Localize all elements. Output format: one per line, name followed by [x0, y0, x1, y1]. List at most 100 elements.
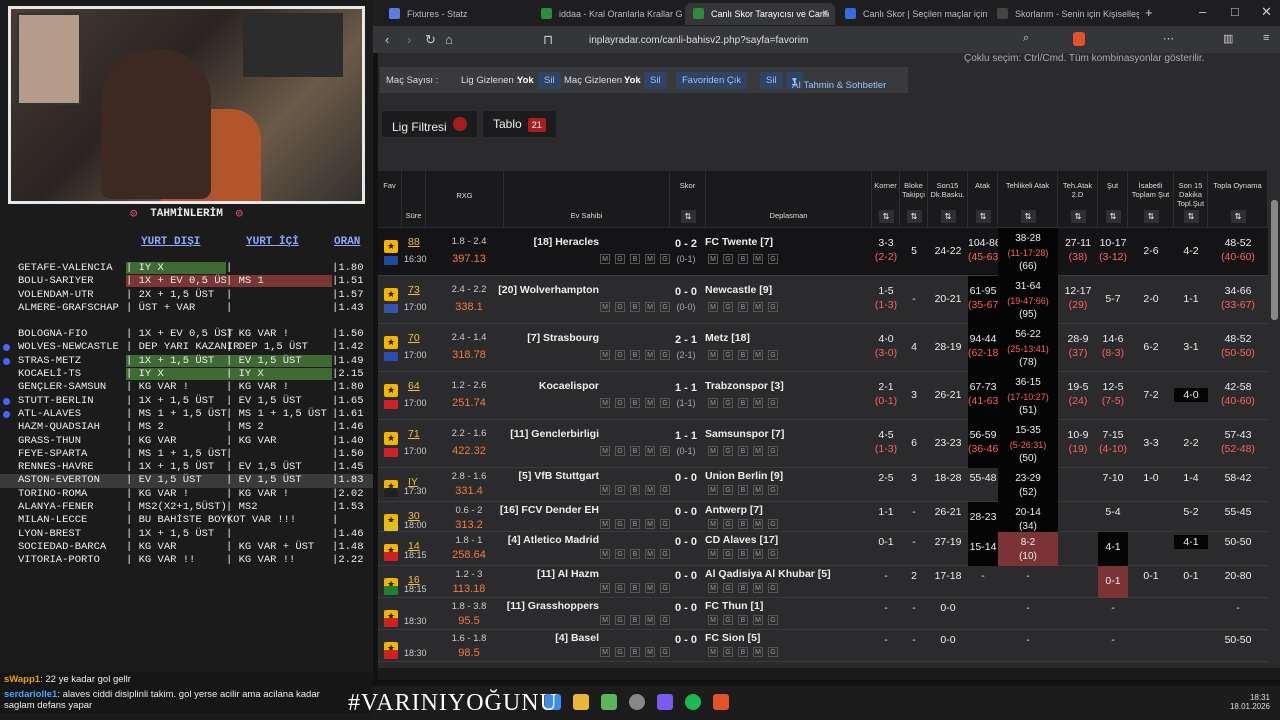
discord-icon[interactable]: [657, 694, 673, 710]
sort-icon[interactable]: ⇅: [1020, 210, 1036, 223]
scroll-thumb[interactable]: [1271, 200, 1278, 320]
column-header[interactable]: Deplasman: [706, 171, 872, 227]
back-icon[interactable]: ‹: [385, 32, 389, 47]
sil-button[interactable]: Sil: [644, 72, 667, 89]
column-header[interactable]: Şut ⇅: [1098, 171, 1128, 227]
column-header[interactable]: Süre: [402, 171, 426, 227]
tab-fixtures[interactable]: Fixtures - Statz: [381, 3, 531, 25]
table-row[interactable]: ★ 71 17:00 2.2 - 1.6 422.32 [11] Genclerbirli…: [378, 420, 1268, 468]
minimize-icon[interactable]: –: [1199, 4, 1206, 19]
sidebar-icon[interactable]: ▥: [1223, 32, 1233, 45]
column-header[interactable]: Korner ⇅: [872, 171, 900, 227]
match-minute[interactable]: 70: [408, 332, 420, 344]
sort-icon[interactable]: ⇅: [975, 210, 991, 223]
home-team[interactable]: [11] Al Hazm: [537, 568, 599, 580]
away-team[interactable]: Union Berlin [9]: [705, 470, 783, 482]
home-team[interactable]: [11] Genclerbirligi: [510, 428, 599, 440]
url-field[interactable]: inplayradar.com/canli-bahisv2.php?sayfa=…: [563, 30, 1063, 50]
column-header[interactable]: Teh.Atak 2.D ⇅: [1058, 171, 1098, 227]
tab-skorlarim[interactable]: Skorlarım - Senin için Kişiselleştir: [989, 3, 1139, 25]
sort-icon[interactable]: ⇅: [1230, 210, 1246, 223]
away-team[interactable]: CD Alaves [17]: [705, 534, 778, 546]
menu-icon[interactable]: ≡: [1263, 32, 1269, 44]
away-team[interactable]: Metz [18]: [705, 332, 750, 344]
column-header[interactable]: Skor ⇅: [670, 171, 706, 227]
column-header[interactable]: RXG: [426, 171, 504, 227]
column-header[interactable]: İsabetli Toplam Şut ⇅: [1128, 171, 1174, 227]
match-minute[interactable]: 88: [408, 236, 420, 248]
extensions-icon[interactable]: ⋯: [1163, 32, 1174, 45]
home-team[interactable]: [4] Basel: [555, 632, 599, 644]
favorite-star-icon[interactable]: ★: [384, 384, 398, 397]
sil-button[interactable]: Sil: [760, 72, 783, 89]
sil-button[interactable]: Sil: [538, 72, 561, 89]
home-team[interactable]: [16] FCV Dender EH: [500, 504, 599, 516]
close-window-icon[interactable]: ✕: [1261, 4, 1272, 20]
zoom-icon[interactable]: ⌕: [1023, 32, 1029, 45]
spotify-icon[interactable]: [685, 694, 701, 710]
column-header[interactable]: Ev Sahibi: [504, 171, 670, 227]
table-row[interactable]: ★ 73 17:00 2.4 - 2.2 338.1 [20] Wolverhampton…: [378, 276, 1268, 324]
column-header[interactable]: Fav: [378, 171, 402, 227]
sort-icon[interactable]: ⇅: [1105, 210, 1121, 223]
favoriden-cik-button[interactable]: Favoriden Çık: [676, 72, 748, 89]
column-header[interactable]: Topla Oynama ⇅: [1208, 171, 1268, 227]
home-icon[interactable]: ⌂: [445, 32, 453, 47]
favorite-star-icon[interactable]: ★: [384, 336, 398, 349]
match-minute[interactable]: 64: [408, 380, 420, 392]
column-header[interactable]: Son 15 Dakika Topl.Şut ⇅: [1174, 171, 1208, 227]
column-header[interactable]: Tehlikeli Atak ⇅: [998, 171, 1058, 227]
away-team[interactable]: Al Qadisiya Al Khubar [5]: [705, 568, 831, 580]
home-team[interactable]: [7] Strasbourg: [527, 332, 599, 344]
app-icon[interactable]: [601, 694, 617, 710]
table-row[interactable]: ★ 16 18:15 1.2 - 3 113.18 [11] Al Hazm M G B M G 0 …: [378, 566, 1268, 598]
new-tab-icon[interactable]: +: [1145, 5, 1153, 20]
table-row[interactable]: ★ IY 17:30 2.8 - 1.6 331.4 [5] VfB Stuttgart M…: [378, 468, 1268, 502]
match-minute[interactable]: 71: [408, 428, 420, 440]
scrollbar[interactable]: [1271, 60, 1278, 660]
column-header[interactable]: Son15 Dk.Basku. ⇅: [928, 171, 968, 227]
tab-canli-skor-2[interactable]: Canlı Skor | Seçilen maçlar için ca: [837, 3, 987, 25]
home-team[interactable]: [5] VfB Stuttgart: [519, 470, 600, 482]
favorite-star-icon[interactable]: ★: [384, 432, 398, 445]
match-minute[interactable]: 73: [408, 284, 420, 296]
column-header[interactable]: Atak ⇅: [968, 171, 998, 227]
sort-icon[interactable]: ⇅: [1143, 210, 1159, 223]
sort-icon[interactable]: ⇅: [878, 210, 894, 223]
away-team[interactable]: FC Sion [5]: [705, 632, 760, 644]
away-team[interactable]: Newcastle [9]: [705, 284, 772, 296]
column-header[interactable]: Bloke Takipçi ⇅: [900, 171, 928, 227]
away-team[interactable]: Samsunspor [7]: [705, 428, 784, 440]
away-team[interactable]: Antwerp [7]: [705, 504, 763, 516]
lig-filtresi-button[interactable]: Lig Filtresi: [382, 111, 477, 137]
away-team[interactable]: FC Thun [1]: [705, 600, 763, 612]
reload-icon[interactable]: ↻: [425, 32, 436, 48]
away-team[interactable]: FC Twente [7]: [705, 236, 773, 248]
bookmark-icon[interactable]: ⊓: [543, 32, 553, 48]
table-row[interactable]: ★ 14 18:15 1.8 - 1 258.64 [4] Atletico Madrid…: [378, 532, 1268, 566]
sort-icon[interactable]: ⇅: [680, 210, 696, 223]
maximize-icon[interactable]: □: [1231, 4, 1239, 19]
explorer-icon[interactable]: [573, 694, 589, 710]
tab-canli-skor[interactable]: Canlı Skor Tarayıcısı ve Canlı ✕: [685, 3, 835, 25]
table-row[interactable]: ★ 30 18:00 0.6 - 2 313.2 [16] FCV Dender EH M G…: [378, 502, 1268, 532]
tablo-button[interactable]: Tablo 21: [483, 111, 556, 137]
sort-icon[interactable]: ⇅: [1183, 210, 1199, 223]
sort-icon[interactable]: ⇅: [906, 210, 922, 223]
horizontal-scrollbar[interactable]: [378, 668, 1280, 680]
table-row[interactable]: ★ 18:30 1.8 - 3.8 95.5 [11] Grasshoppers M G B M…: [378, 598, 1268, 630]
table-row[interactable]: ★ 88 16:30 1.8 - 2.4 397.13 [18] Heracles M G B M…: [378, 228, 1268, 276]
away-team[interactable]: Trabzonspor [3]: [705, 380, 784, 392]
favorite-star-icon[interactable]: ★: [384, 288, 398, 301]
brave-shield-icon[interactable]: [1073, 32, 1085, 46]
table-row[interactable]: ★ 64 17:00 1.2 - 2.6 251.74 Kocaelispor M G B M G 1…: [378, 372, 1268, 420]
home-team[interactable]: [20] Wolverhampton: [498, 284, 599, 296]
sort-icon[interactable]: ⇅: [1070, 210, 1086, 223]
tab-iddaa[interactable]: iddaa - Kral Oranlarla Krallar Gibi: [533, 3, 683, 25]
favorite-star-icon[interactable]: ★: [384, 240, 398, 253]
table-row[interactable]: ★ 18:30 1.6 - 1.8 98.5 [4] Basel M G B M G 0 - 0 FC…: [378, 630, 1268, 662]
obs-icon[interactable]: [629, 694, 645, 710]
brave-icon[interactable]: [713, 694, 729, 710]
home-team[interactable]: [11] Grasshoppers: [507, 600, 599, 612]
home-team[interactable]: Kocaelispor: [539, 380, 599, 392]
